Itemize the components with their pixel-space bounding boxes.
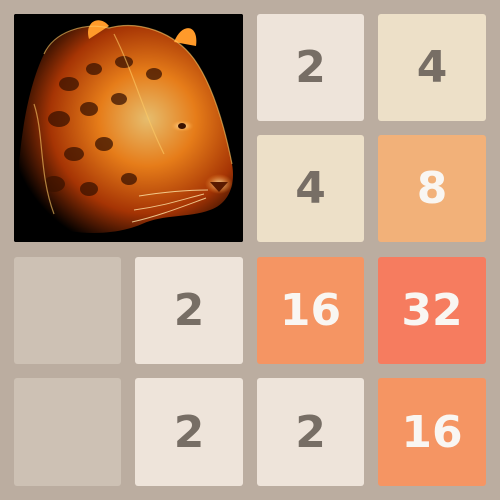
tile-r0c2: 2 xyxy=(257,14,364,121)
fire-leopard-image xyxy=(14,14,243,242)
tile-r3c1: 2 xyxy=(135,378,243,486)
tile-r0c3: 4 xyxy=(378,14,486,121)
tile-r3c3: 16 xyxy=(378,378,486,486)
tile-r2c3: 32 xyxy=(378,257,486,364)
leopard-image-tile xyxy=(14,14,243,242)
tile-r2c1: 2 xyxy=(135,257,243,364)
tile-value: 4 xyxy=(416,42,448,93)
tile-value: 16 xyxy=(279,285,342,336)
tile-r1c2: 4 xyxy=(257,135,364,242)
tile-r1c3: 8 xyxy=(378,135,486,242)
tile-value: 2 xyxy=(295,406,326,458)
tile-r3c0-empty xyxy=(14,378,121,486)
tile-value: 2 xyxy=(295,42,326,93)
tile-value: 32 xyxy=(401,285,463,336)
tile-value: 16 xyxy=(401,406,463,458)
tile-value: 8 xyxy=(416,163,448,214)
tile-r3c2: 2 xyxy=(257,378,364,486)
tile-value: 2 xyxy=(173,285,205,336)
tile-value: 4 xyxy=(295,163,326,214)
tile-r2c2: 16 xyxy=(257,257,364,364)
tile-value: 2 xyxy=(173,406,205,458)
tile-r2c0-empty xyxy=(14,257,121,364)
game-board: 2 4 4 8 2 16 32 2 2 16 xyxy=(0,0,500,500)
